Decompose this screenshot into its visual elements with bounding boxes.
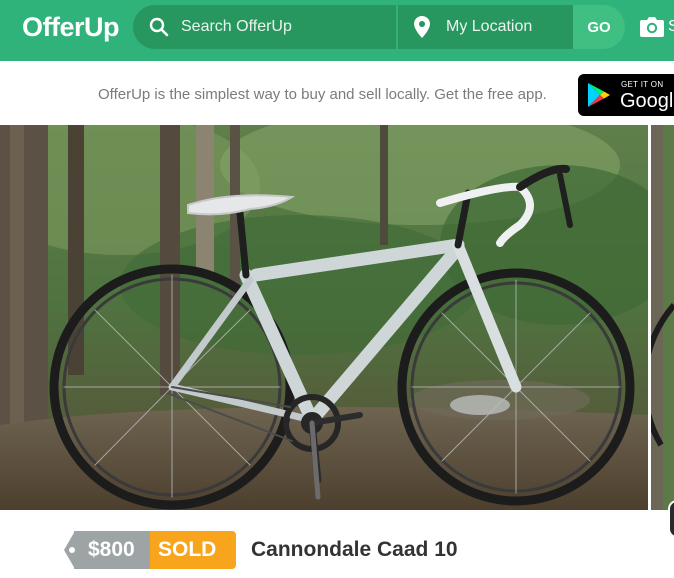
go-button[interactable]: GO [573,5,625,49]
badge-store-name: Google [620,90,674,112]
listing-photo[interactable] [0,125,648,510]
location-selector[interactable]: My Location [398,5,573,49]
sell-link[interactable]: S [668,17,674,37]
seller-avatar-peek[interactable] [668,500,674,538]
listing-title: Cannondale Caad 10 [251,538,458,561]
search-icon [149,17,169,37]
promo-text: OfferUp is the simplest way to buy and s… [98,86,547,103]
listing-price: $800 [88,538,135,561]
listing-summary: $800 SOLD Cannondale Caad 10 [0,510,674,578]
bicycle-photo-image [0,125,648,510]
google-play-icon [588,83,610,107]
camera-icon[interactable] [640,15,664,37]
google-play-badge[interactable]: GET IT ON Google [578,74,674,116]
offerup-logo[interactable]: OfferUp [22,10,120,44]
price-tag-hole [69,547,75,553]
badge-get-it-on: GET IT ON [621,80,664,89]
search-input[interactable]: Search OfferUp [181,17,292,37]
map-pin-icon [414,16,430,38]
next-photo-image [651,125,674,510]
next-photo-peek[interactable] [651,125,674,510]
top-navigation-bar: OfferUp Search OfferUp My Location GO S [0,0,674,61]
sold-badge: SOLD [150,531,236,569]
location-label: My Location [446,18,533,35]
search-box[interactable]: Search OfferUp [133,5,396,49]
app-promo-banner: OfferUp is the simplest way to buy and s… [0,61,674,125]
